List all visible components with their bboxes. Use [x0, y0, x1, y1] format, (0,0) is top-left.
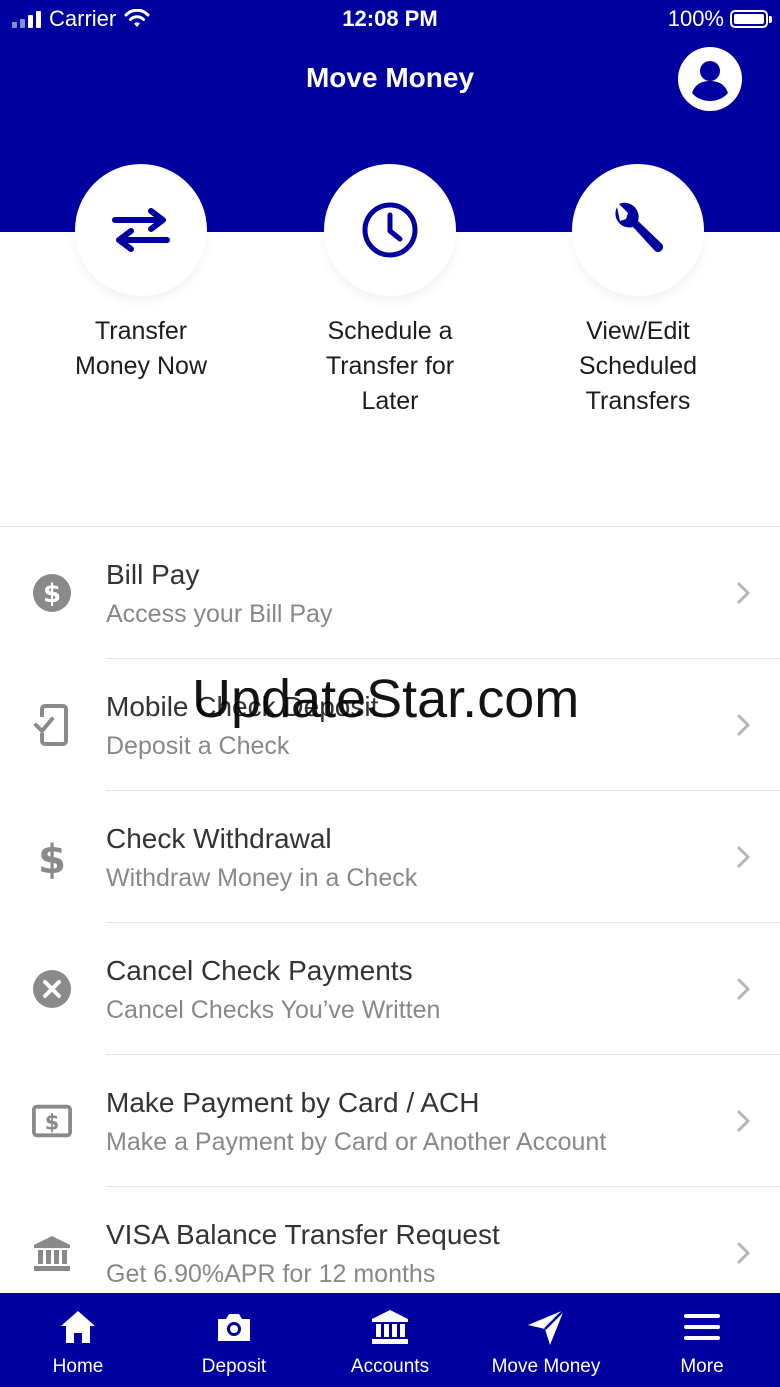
list-item-title: Check Withdrawal — [106, 823, 332, 854]
dollar-circle-icon: $ — [32, 573, 72, 613]
dollar-sign-icon: $ — [32, 837, 72, 879]
cancel-circle-icon — [32, 969, 72, 1009]
list-item-subtitle: Make a Payment by Card or Another Accoun… — [106, 1128, 607, 1156]
schedule-transfer-button[interactable]: Schedule a Transfer for Later — [266, 164, 514, 419]
list-item-title: VISA Balance Transfer Request — [106, 1219, 500, 1250]
list-item-check-withdrawal[interactable]: $ Check Withdrawal Withdraw Money in a C… — [0, 791, 780, 923]
status-bar: Carrier 12:08 PM 100% — [0, 0, 780, 40]
tab-label: Move Money — [491, 1356, 601, 1377]
schedule-transfer-label: Schedule a Transfer for Later — [325, 317, 455, 415]
tab-bar: Home Deposit Accounts Move Money More — [0, 1293, 780, 1387]
list-item-bill-pay[interactable]: $ Bill Pay Access your Bill Pay — [0, 527, 780, 659]
transfer-arrows-icon — [112, 208, 170, 252]
tab-accounts[interactable]: Accounts — [312, 1293, 468, 1387]
user-icon — [692, 61, 728, 101]
tab-label: Accounts — [350, 1356, 430, 1377]
tab-more[interactable]: More — [624, 1293, 780, 1387]
view-edit-scheduled-label: View/Edit Scheduled Transfers — [578, 317, 698, 415]
svg-text:$: $ — [45, 1111, 60, 1135]
transfer-money-now-label: Transfer Money Now — [75, 317, 207, 380]
money-bill-icon: $ — [32, 1101, 72, 1141]
status-time: 12:08 PM — [342, 6, 438, 31]
home-icon — [61, 1311, 95, 1343]
tab-move-money[interactable]: Move Money — [468, 1293, 624, 1387]
tab-deposit[interactable]: Deposit — [156, 1293, 312, 1387]
tab-label: More — [680, 1356, 724, 1377]
chevron-right-icon — [737, 714, 750, 736]
schedule-circle — [324, 164, 456, 296]
list-item-title: Make Payment by Card / ACH — [106, 1087, 480, 1118]
list-item-make-payment-card-ach[interactable]: $ Make Payment by Card / ACH Make a Paym… — [0, 1055, 780, 1187]
wrench-icon — [615, 202, 663, 252]
list-item-subtitle: Access your Bill Pay — [106, 600, 333, 628]
list-item-subtitle: Deposit a Check — [106, 732, 290, 760]
status-right: 100% — [667, 6, 772, 32]
svg-text:$: $ — [38, 837, 66, 879]
chevron-right-icon — [737, 582, 750, 604]
chevron-right-icon — [737, 978, 750, 1000]
list-item-title: Mobile Check Deposit — [106, 691, 379, 722]
list-item-subtitle: Withdraw Money in a Check — [106, 864, 418, 892]
svg-text:$: $ — [43, 579, 61, 609]
menu-icon — [684, 1314, 720, 1340]
tab-label: Home — [52, 1356, 104, 1377]
clock-icon — [362, 202, 418, 258]
quick-actions: Transfer Money Now Schedule a Transfer f… — [0, 164, 780, 424]
move-money-list: $ Bill Pay Access your Bill Pay Mobile C… — [0, 527, 780, 1319]
list-item-title: Cancel Check Payments — [106, 955, 413, 986]
phone-check-icon — [32, 704, 72, 746]
battery-icon — [730, 10, 772, 28]
paper-plane-icon — [528, 1309, 565, 1345]
camera-icon — [218, 1314, 250, 1341]
transfer-money-now-button[interactable]: Transfer Money Now — [17, 164, 265, 384]
list-item-mobile-check-deposit[interactable]: Mobile Check Deposit Deposit a Check — [0, 659, 780, 791]
view-edit-circle — [572, 164, 704, 296]
tab-home[interactable]: Home — [0, 1293, 156, 1387]
view-edit-scheduled-button[interactable]: View/Edit Scheduled Transfers — [514, 164, 762, 419]
list-item-subtitle: Cancel Checks You’ve Written — [106, 996, 441, 1024]
chevron-right-icon — [737, 1110, 750, 1132]
chevron-right-icon — [737, 846, 750, 868]
list-item-subtitle: Get 6.90%APR for 12 months — [106, 1260, 436, 1288]
list-item-cancel-check-payments[interactable]: Cancel Check Payments Cancel Checks You’… — [0, 923, 780, 1055]
page-title: Move Money — [305, 62, 475, 93]
chevron-right-icon — [737, 1242, 750, 1264]
bank-icon — [32, 1233, 72, 1273]
battery-percent: 100% — [667, 6, 724, 31]
transfer-circle — [75, 164, 207, 296]
list-item-title: Bill Pay — [106, 559, 200, 590]
tab-label: Deposit — [201, 1356, 267, 1377]
profile-button[interactable] — [678, 47, 742, 111]
bank-icon — [372, 1310, 408, 1344]
